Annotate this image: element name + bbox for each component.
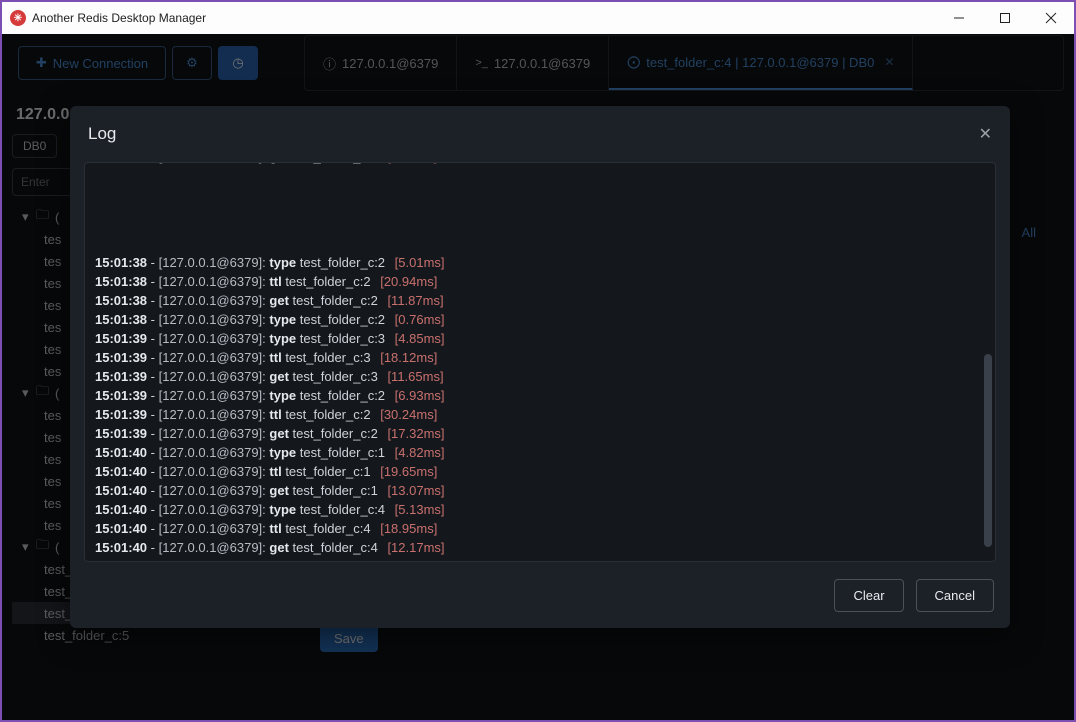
window-titlebar: ✳ Another Redis Desktop Manager	[2, 2, 1074, 34]
log-line-partial: 15:01:37 - [127.0.0.1@6379]: get test_fo…	[95, 162, 437, 164]
scrollbar-thumb[interactable]	[984, 354, 992, 547]
app-window: ✳ Another Redis Desktop Manager ✚ New Co…	[2, 2, 1074, 720]
dialog-close-button[interactable]: ✕	[979, 124, 992, 144]
clear-button[interactable]: Clear	[834, 579, 903, 612]
log-line: 15:01:40 - [127.0.0.1@6379]: ttl test_fo…	[95, 519, 981, 538]
log-line: 15:01:38 - [127.0.0.1@6379]: ttl test_fo…	[95, 272, 981, 291]
app-title: Another Redis Desktop Manager	[32, 11, 206, 25]
window-close-button[interactable]	[1028, 2, 1074, 34]
log-line: 15:01:38 - [127.0.0.1@6379]: type test_f…	[95, 253, 981, 272]
dialog-footer: Clear Cancel	[70, 562, 1010, 628]
log-line: 15:01:40 - [127.0.0.1@6379]: get test_fo…	[95, 481, 981, 500]
log-line: 15:01:40 - [127.0.0.1@6379]: type test_f…	[95, 500, 981, 519]
log-lines: 15:01:38 - [127.0.0.1@6379]: type test_f…	[85, 253, 981, 557]
log-line: 15:01:39 - [127.0.0.1@6379]: ttl test_fo…	[95, 348, 981, 367]
dialog-title: Log	[88, 124, 116, 144]
log-line: 15:01:39 - [127.0.0.1@6379]: type test_f…	[95, 386, 981, 405]
app-icon: ✳	[10, 10, 26, 26]
log-line: 15:01:39 - [127.0.0.1@6379]: get test_fo…	[95, 367, 981, 386]
log-line: 15:01:38 - [127.0.0.1@6379]: type test_f…	[95, 310, 981, 329]
log-line: 15:01:39 - [127.0.0.1@6379]: ttl test_fo…	[95, 405, 981, 424]
window-minimize-button[interactable]	[936, 2, 982, 34]
log-line: 15:01:39 - [127.0.0.1@6379]: type test_f…	[95, 329, 981, 348]
log-line: 15:01:40 - [127.0.0.1@6379]: type test_f…	[95, 443, 981, 462]
log-box[interactable]: 15:01:37 - [127.0.0.1@6379]: get test_fo…	[84, 162, 996, 562]
log-line: 15:01:40 - [127.0.0.1@6379]: ttl test_fo…	[95, 462, 981, 481]
log-scrollbar[interactable]	[984, 169, 992, 555]
log-line: 15:01:39 - [127.0.0.1@6379]: get test_fo…	[95, 424, 981, 443]
window-maximize-button[interactable]	[982, 2, 1028, 34]
log-line: 15:01:40 - [127.0.0.1@6379]: get test_fo…	[95, 538, 981, 557]
dialog-header: Log ✕	[70, 106, 1010, 162]
cancel-button[interactable]: Cancel	[916, 579, 994, 612]
log-line: 15:01:38 - [127.0.0.1@6379]: get test_fo…	[95, 291, 981, 310]
log-dialog: Log ✕ 15:01:37 - [127.0.0.1@6379]: get t…	[70, 106, 1010, 628]
